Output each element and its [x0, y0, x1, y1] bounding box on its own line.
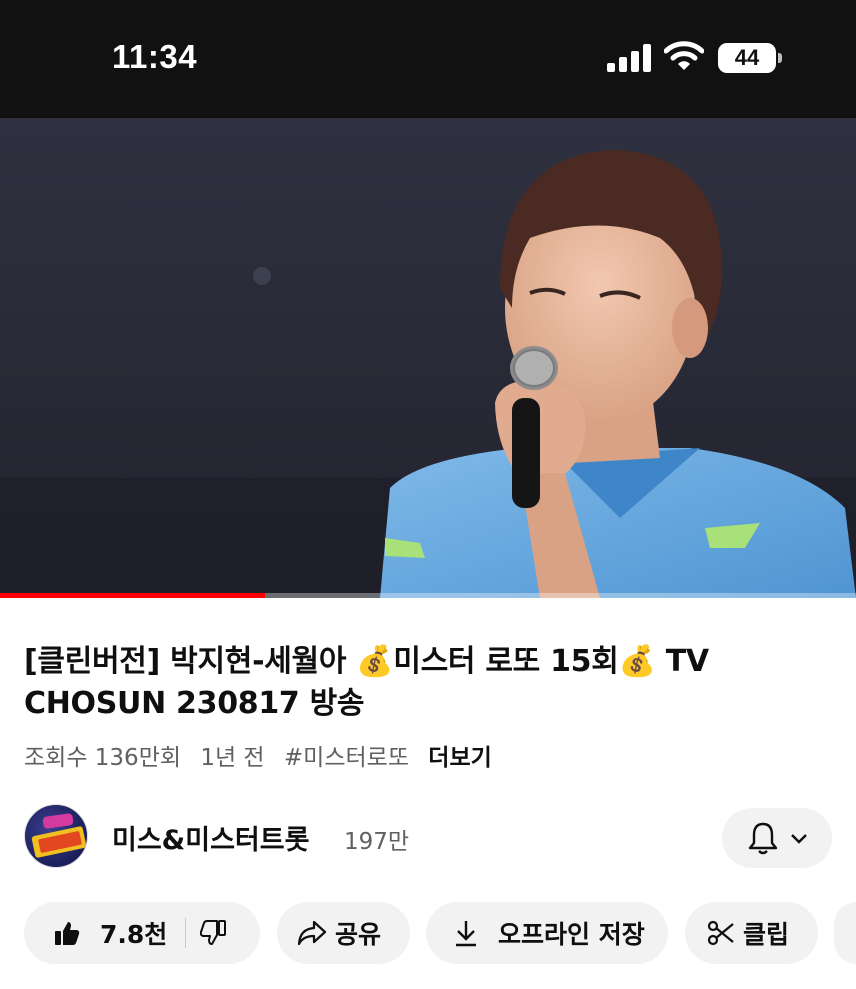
video-frame [0, 118, 856, 598]
thumbs-down-icon[interactable] [200, 920, 227, 946]
status-time: 11:34 [112, 38, 198, 75]
battery-level: 44 [718, 43, 776, 73]
avatar-graphic-top [42, 812, 74, 830]
battery-tip [778, 53, 782, 63]
channel-avatar[interactable] [24, 804, 88, 868]
action-bar: 7.8천 공유 오프라인 저장 클립 [24, 902, 856, 964]
video-metadata[interactable]: 조회수 136만회 1년 전 #미스터로또 더보기 [24, 738, 504, 772]
channel-name[interactable]: 미스&미스터트롯 [112, 818, 309, 857]
like-divider [185, 918, 187, 948]
download-label: 오프라인 저장 [498, 920, 645, 949]
video-player[interactable] [0, 118, 856, 598]
upload-age: 1년 전 [200, 745, 265, 771]
scissors-icon [707, 920, 734, 946]
share-icon [297, 920, 327, 946]
chevron-down-icon [791, 834, 807, 844]
thumbs-up-icon[interactable] [54, 920, 80, 946]
more-actions-button-partial[interactable] [834, 902, 856, 964]
more-button[interactable]: 더보기 [428, 745, 491, 771]
bell-icon [748, 822, 778, 855]
like-dislike-pill[interactable]: 7.8천 [24, 902, 260, 964]
clip-label: 클립 [743, 920, 790, 949]
battery-icon: 44 [718, 43, 782, 73]
clip-button[interactable]: 클립 [685, 902, 818, 964]
notification-bell-button[interactable] [722, 808, 832, 868]
status-bar: 11:34 44 [0, 0, 856, 118]
view-count: 조회수 136만회 [24, 745, 182, 771]
share-button[interactable]: 공유 [277, 902, 410, 964]
download-button[interactable]: 오프라인 저장 [426, 902, 668, 964]
wifi-icon [664, 41, 704, 70]
channel-row[interactable]: 미스&미스터트롯 197만 [24, 804, 832, 870]
like-count: 7.8천 [100, 920, 168, 949]
hashtag-link[interactable]: #미스터로또 [284, 745, 409, 771]
subscriber-count: 197만 [344, 829, 410, 855]
cellular-signal-icon [607, 44, 651, 72]
share-label: 공유 [335, 920, 382, 949]
video-title[interactable]: [클린버전] 박지현-세월아 💰미스터 로또 15회💰 TV CHOSUN 23… [24, 641, 824, 725]
download-icon [456, 921, 476, 947]
